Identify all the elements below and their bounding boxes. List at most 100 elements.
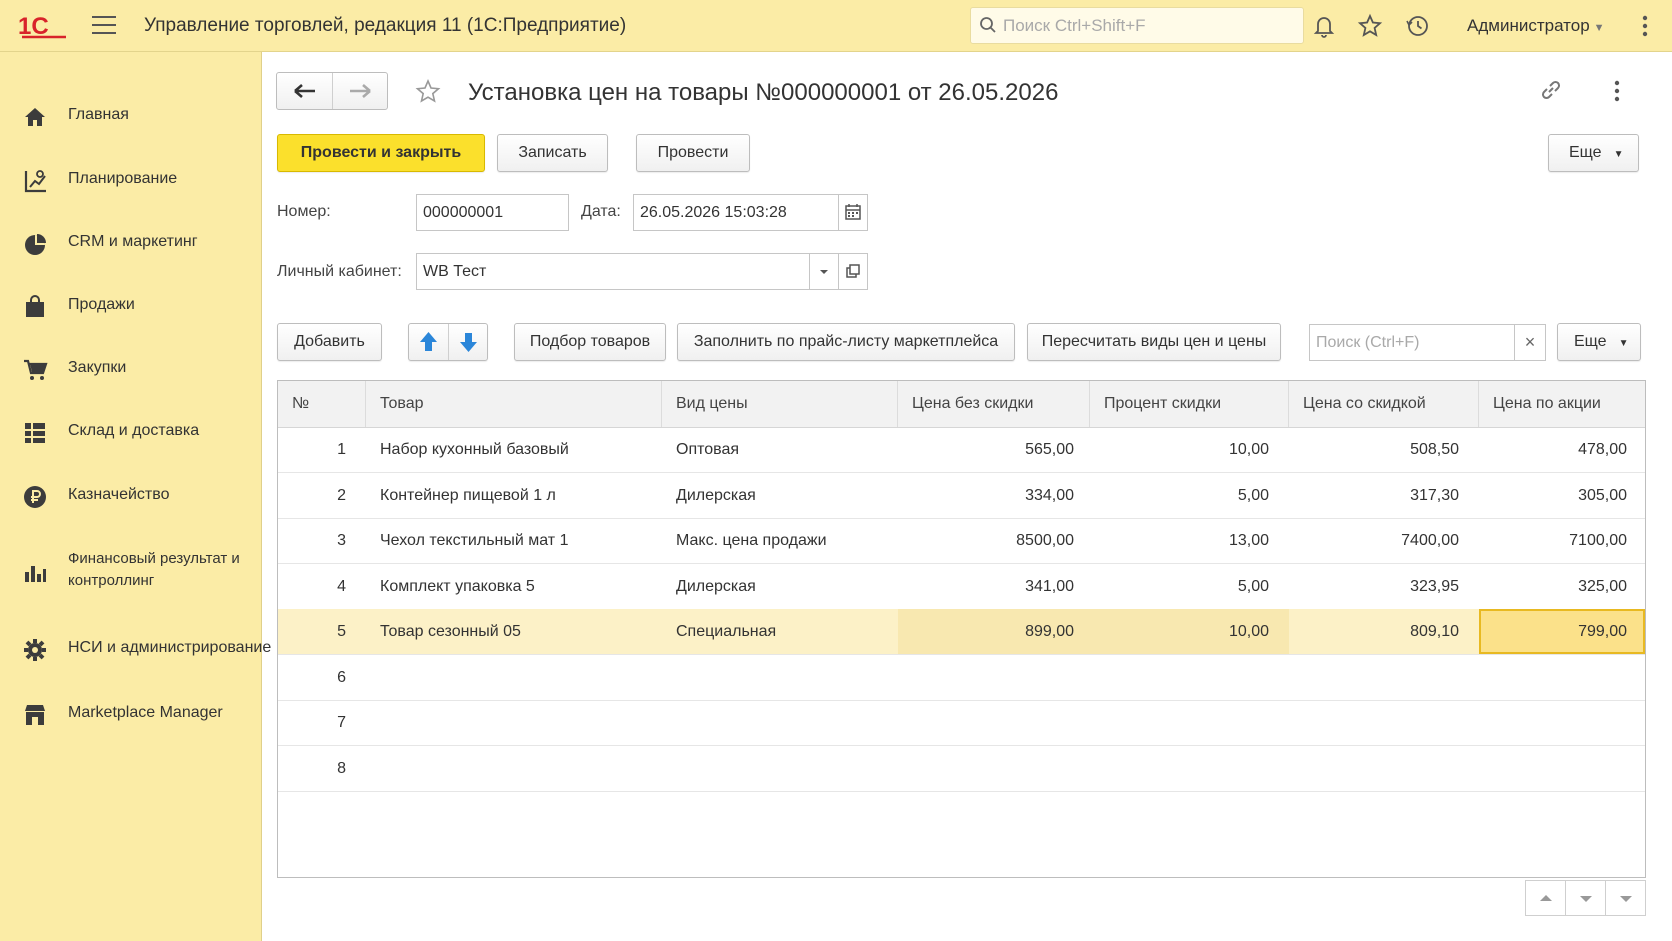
- cell-price-discount[interactable]: 7400,00: [1289, 518, 1479, 563]
- cell-discount[interactable]: [1090, 655, 1289, 700]
- cabinet-field[interactable]: WB Тест: [416, 253, 812, 290]
- sidebar-item-purchases[interactable]: Закупки: [0, 343, 262, 395]
- cabinet-open-button[interactable]: [838, 253, 868, 290]
- cell-discount[interactable]: 5,00: [1090, 473, 1289, 518]
- col-header-discount[interactable]: Процент скидки: [1090, 381, 1289, 427]
- fill-from-pricelist-button[interactable]: Заполнить по прайс-листу маркетплейса: [677, 323, 1015, 361]
- post-button[interactable]: Провести: [636, 134, 750, 172]
- cell-price[interactable]: 899,00: [898, 609, 1090, 654]
- save-button[interactable]: Записать: [497, 134, 608, 172]
- cell-number[interactable]: 2: [278, 473, 366, 518]
- cell-price[interactable]: [898, 746, 1090, 791]
- scroll-up-button[interactable]: [1526, 881, 1566, 915]
- date-field[interactable]: 26.05.2026 15:03:28: [633, 194, 840, 231]
- cell-promo[interactable]: [1479, 746, 1645, 791]
- pick-products-button[interactable]: Подбор товаров: [514, 323, 666, 361]
- cell-price-discount[interactable]: 809,10: [1289, 609, 1479, 654]
- menu-icon[interactable]: [92, 16, 116, 36]
- cell-price[interactable]: 341,00: [898, 564, 1090, 609]
- cell-price[interactable]: 565,00: [898, 427, 1090, 472]
- back-button[interactable]: [277, 73, 333, 109]
- cell-number[interactable]: 8: [278, 746, 366, 791]
- cell-price-type[interactable]: Специальная: [662, 609, 898, 654]
- sidebar-item-treasury[interactable]: Казначейство: [0, 470, 262, 522]
- sidebar-item-warehouse[interactable]: Склад и доставка: [0, 406, 262, 458]
- sidebar-item-crm[interactable]: CRM и маркетинг: [0, 217, 262, 269]
- table-row[interactable]: 2 Контейнер пищевой 1 л Дилерская 334,00 5,0…: [278, 473, 1645, 519]
- col-header-promo[interactable]: Цена по акции: [1479, 381, 1645, 427]
- col-header-product[interactable]: Товар: [366, 381, 662, 427]
- more-button[interactable]: Еще ▼: [1548, 134, 1639, 172]
- cell-product[interactable]: [366, 746, 662, 791]
- move-up-button[interactable]: [409, 324, 449, 360]
- table-row[interactable]: 3 Чехол текстильный мат 1 Макс. цена прода…: [278, 518, 1645, 564]
- cell-product[interactable]: Контейнер пищевой 1 л: [366, 473, 662, 518]
- scroll-down-button[interactable]: [1566, 881, 1606, 915]
- cell-product[interactable]: Товар сезонный 05: [366, 609, 662, 654]
- cell-promo[interactable]: [1479, 655, 1645, 700]
- cell-price-discount[interactable]: 508,50: [1289, 427, 1479, 472]
- more-vertical-icon[interactable]: [1640, 14, 1650, 43]
- cell-price-discount[interactable]: 323,95: [1289, 564, 1479, 609]
- cell-price-type[interactable]: Дилерская: [662, 473, 898, 518]
- cell-promo[interactable]: 799,00: [1479, 609, 1645, 654]
- cell-number[interactable]: 3: [278, 518, 366, 563]
- cell-price-discount[interactable]: [1289, 700, 1479, 745]
- cell-price-discount[interactable]: 317,30: [1289, 473, 1479, 518]
- table-row[interactable]: 4 Комплект упаковка 5 Дилерская 341,00 5,00 3…: [278, 564, 1645, 610]
- cell-discount[interactable]: [1090, 746, 1289, 791]
- 1c-logo[interactable]: 1С: [18, 12, 70, 40]
- cell-price-type[interactable]: [662, 655, 898, 700]
- calendar-button[interactable]: [838, 194, 868, 231]
- cell-discount[interactable]: 10,00: [1090, 609, 1289, 654]
- cabinet-dropdown-button[interactable]: [809, 253, 839, 290]
- sidebar-item-admin[interactable]: НСИ и администрирование: [0, 623, 271, 675]
- cell-discount[interactable]: 13,00: [1090, 518, 1289, 563]
- cell-promo[interactable]: [1479, 700, 1645, 745]
- cell-number[interactable]: 6: [278, 655, 366, 700]
- post-and-close-button[interactable]: Провести и закрыть: [277, 134, 485, 172]
- cell-price-type[interactable]: Дилерская: [662, 564, 898, 609]
- sidebar-item-home[interactable]: Главная: [0, 90, 262, 142]
- cell-price[interactable]: 334,00: [898, 473, 1090, 518]
- cell-number[interactable]: 4: [278, 564, 366, 609]
- cell-number[interactable]: 5: [278, 609, 366, 654]
- cell-number[interactable]: 1: [278, 427, 366, 472]
- cell-product[interactable]: Набор кухонный базовый: [366, 427, 662, 472]
- cell-price-type[interactable]: Макс. цена продажи: [662, 518, 898, 563]
- table-search-input[interactable]: Поиск (Ctrl+F): [1309, 324, 1516, 361]
- sidebar-item-finance[interactable]: Финансовый результат и контроллинг: [0, 542, 262, 606]
- cell-promo[interactable]: 325,00: [1479, 564, 1645, 609]
- table-row[interactable]: 8: [278, 746, 1645, 792]
- cell-promo[interactable]: 478,00: [1479, 427, 1645, 472]
- cell-price-type[interactable]: [662, 746, 898, 791]
- sidebar-item-marketplace[interactable]: Marketplace Manager: [0, 688, 262, 740]
- scroll-end-button[interactable]: [1606, 881, 1646, 915]
- table-row[interactable]: 7: [278, 700, 1645, 746]
- clear-search-button[interactable]: ×: [1514, 324, 1546, 361]
- cell-price-discount[interactable]: [1289, 746, 1479, 791]
- col-header-price-discount[interactable]: Цена со скидкой: [1289, 381, 1479, 427]
- cell-discount[interactable]: [1090, 700, 1289, 745]
- cell-price[interactable]: [898, 655, 1090, 700]
- cell-promo[interactable]: 7100,00: [1479, 518, 1645, 563]
- cell-price-discount[interactable]: [1289, 655, 1479, 700]
- link-icon[interactable]: [1538, 77, 1564, 108]
- table-row[interactable]: 1 Набор кухонный базовый Оптовая 565,00 10,0…: [278, 427, 1645, 473]
- document-more-icon[interactable]: [1612, 80, 1622, 107]
- global-search-input[interactable]: Поиск Ctrl+Shift+F: [970, 7, 1304, 44]
- star-icon[interactable]: [1356, 12, 1384, 40]
- cell-price-type[interactable]: [662, 700, 898, 745]
- number-field[interactable]: 000000001: [416, 194, 569, 231]
- cell-product[interactable]: Комплект упаковка 5: [366, 564, 662, 609]
- col-header-number[interactable]: №: [278, 381, 366, 427]
- col-header-price-type[interactable]: Вид цены: [662, 381, 898, 427]
- sidebar-item-sales[interactable]: Продажи: [0, 280, 262, 332]
- table-row[interactable]: 6: [278, 655, 1645, 701]
- sidebar-item-planning[interactable]: Планирование: [0, 154, 262, 206]
- cell-product[interactable]: Чехол текстильный мат 1: [366, 518, 662, 563]
- add-row-button[interactable]: Добавить: [277, 323, 382, 361]
- cell-price[interactable]: [898, 700, 1090, 745]
- cell-number[interactable]: 7: [278, 700, 366, 745]
- cell-discount[interactable]: 5,00: [1090, 564, 1289, 609]
